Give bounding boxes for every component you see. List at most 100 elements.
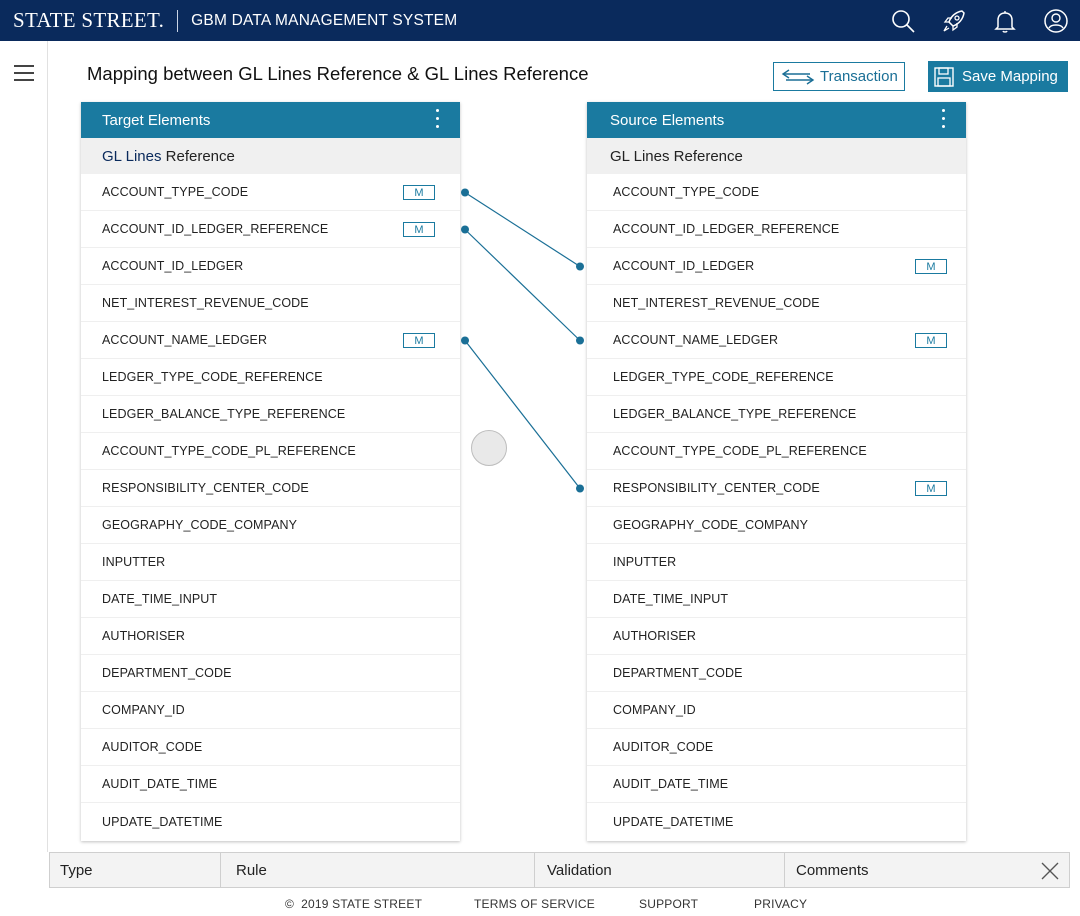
mapped-badge[interactable]: M	[403, 333, 435, 348]
source-row[interactable]: ACCOUNT_TYPE_CODE_PL_REFERENCE	[587, 433, 966, 470]
source-row[interactable]: LEDGER_TYPE_CODE_REFERENCE	[587, 359, 966, 396]
row-label: ACCOUNT_NAME_LEDGER	[102, 333, 268, 347]
row-label: ACCOUNT_TYPE_CODE_PL_REFERENCE	[102, 444, 356, 458]
mapping-line[interactable]	[464, 340, 581, 489]
target-row[interactable]: NET_INTEREST_REVENUE_CODE	[81, 285, 460, 322]
save-mapping-button[interactable]: Save Mapping	[928, 61, 1068, 92]
footer: © 2019 STATE STREET TERMS OF SERVICE SUP…	[0, 892, 1080, 916]
drag-handle[interactable]	[471, 430, 507, 466]
mapping-start-dot[interactable]	[461, 225, 469, 234]
row-label: COMPANY_ID	[613, 703, 696, 717]
target-row-list: ACCOUNT_TYPE_CODE M ACCOUNT_ID_LEDGER_REF…	[81, 174, 460, 840]
row-label: NET_INTEREST_REVENUE_CODE	[613, 296, 820, 310]
row-label: LEDGER_BALANCE_TYPE_REFERENCE	[102, 407, 346, 421]
mapping-end-dot[interactable]	[576, 484, 584, 493]
row-label: LEDGER_TYPE_CODE_REFERENCE	[102, 370, 323, 384]
row-label: RESPONSIBILITY_CENTER_CODE	[613, 481, 820, 495]
source-panel-header: Source Elements	[587, 102, 966, 138]
source-row[interactable]: NET_INTEREST_REVENUE_CODE	[587, 285, 966, 322]
row-label: ACCOUNT_TYPE_CODE	[613, 185, 760, 199]
page-title: Mapping between GL Lines Reference & GL …	[87, 63, 589, 84]
source-row[interactable]: ACCOUNT_ID_LEDGER_REFERENCE	[587, 211, 966, 248]
source-row-list: ACCOUNT_TYPE_CODE ACCOUNT_ID_LEDGER_REFE…	[587, 174, 966, 840]
tab-comments[interactable]: Comments	[785, 853, 1070, 887]
source-row[interactable]: AUTHORISER	[587, 618, 966, 655]
source-row[interactable]: UPDATE_DATETIME	[587, 803, 966, 840]
row-label: RESPONSIBILITY_CENTER_CODE	[102, 481, 309, 495]
row-label: LEDGER_TYPE_CODE_REFERENCE	[613, 370, 834, 384]
target-row[interactable]: UPDATE_DATETIME	[81, 803, 460, 840]
hamburger-menu-icon[interactable]	[14, 65, 34, 81]
target-row[interactable]: ACCOUNT_ID_LEDGER_REFERENCE M	[81, 211, 460, 248]
brand-logo[interactable]: STATE STREET.	[13, 8, 164, 33]
source-panel-kebab-icon[interactable]	[940, 109, 946, 131]
swap-arrows-icon	[781, 68, 815, 85]
source-row[interactable]: RESPONSIBILITY_CENTER_CODE M	[587, 470, 966, 507]
target-row[interactable]: LEDGER_TYPE_CODE_REFERENCE	[81, 359, 460, 396]
target-row[interactable]: ACCOUNT_ID_LEDGER	[81, 248, 460, 285]
source-row[interactable]: DATE_TIME_INPUT	[587, 581, 966, 618]
target-row[interactable]: INPUTTER	[81, 544, 460, 581]
target-row[interactable]: AUDITOR_CODE	[81, 729, 460, 766]
source-row[interactable]: COMPANY_ID	[587, 692, 966, 729]
tab-validation-label: Validation	[547, 861, 612, 879]
bell-icon[interactable]	[991, 7, 1019, 35]
source-row[interactable]: LEDGER_BALANCE_TYPE_REFERENCE	[587, 396, 966, 433]
row-label: COMPANY_ID	[102, 703, 185, 717]
rocket-icon[interactable]	[940, 7, 968, 35]
target-row[interactable]: AUTHORISER	[81, 618, 460, 655]
row-label: DEPARTMENT_CODE	[613, 666, 743, 680]
row-label: NET_INTEREST_REVENUE_CODE	[102, 296, 309, 310]
source-row[interactable]: INPUTTER	[587, 544, 966, 581]
tab-rule[interactable]: Rule	[221, 853, 535, 887]
row-label: AUDITOR_CODE	[102, 740, 203, 754]
row-label: AUDIT_DATE_TIME	[613, 777, 729, 791]
target-row[interactable]: LEDGER_BALANCE_TYPE_REFERENCE	[81, 396, 460, 433]
source-row[interactable]: ACCOUNT_TYPE_CODE	[587, 174, 966, 211]
source-panel-subheader: GL Lines Reference	[587, 138, 966, 174]
tab-type[interactable]: Type	[49, 853, 221, 887]
transaction-label: Transaction	[820, 68, 898, 85]
transaction-button[interactable]: Transaction	[773, 62, 905, 91]
tab-validation[interactable]: Validation	[535, 853, 785, 887]
mapping-end-dot[interactable]	[576, 262, 584, 271]
mapping-end-dot[interactable]	[576, 336, 584, 345]
source-panel-title: Source Elements	[610, 111, 725, 129]
user-icon[interactable]	[1042, 7, 1070, 35]
footer-privacy-link[interactable]: PRIVACY	[754, 897, 807, 911]
source-row[interactable]: DEPARTMENT_CODE	[587, 655, 966, 692]
target-row[interactable]: GEOGRAPHY_CODE_COMPANY	[81, 507, 460, 544]
target-row[interactable]: DATE_TIME_INPUT	[81, 581, 460, 618]
mapped-badge[interactable]: M	[915, 259, 947, 274]
footer-terms-link[interactable]: TERMS OF SERVICE	[474, 897, 595, 911]
target-row[interactable]: ACCOUNT_TYPE_CODE M	[81, 174, 460, 211]
mapped-badge[interactable]: M	[915, 333, 947, 348]
mapping-start-dot[interactable]	[461, 336, 469, 345]
mapped-badge[interactable]: M	[915, 481, 947, 496]
row-label: AUDITOR_CODE	[613, 740, 714, 754]
source-row[interactable]: ACCOUNT_ID_LEDGER M	[587, 248, 966, 285]
source-row[interactable]: GEOGRAPHY_CODE_COMPANY	[587, 507, 966, 544]
source-row[interactable]: AUDITOR_CODE	[587, 729, 966, 766]
source-row[interactable]: AUDIT_DATE_TIME	[587, 766, 966, 803]
mapping-line[interactable]	[464, 229, 581, 341]
save-mapping-label: Save Mapping	[962, 68, 1058, 85]
target-panel-kebab-icon[interactable]	[434, 109, 440, 131]
row-label: AUTHORISER	[613, 629, 696, 643]
mapped-badge[interactable]: M	[403, 185, 435, 200]
tab-rule-label: Rule	[236, 861, 267, 879]
mapping-line[interactable]	[464, 191, 581, 268]
source-row[interactable]: ACCOUNT_NAME_LEDGER M	[587, 322, 966, 359]
footer-support-link[interactable]: SUPPORT	[639, 897, 698, 911]
mapped-badge[interactable]: M	[403, 222, 435, 237]
target-row[interactable]: RESPONSIBILITY_CENTER_CODE	[81, 470, 460, 507]
target-row[interactable]: ACCOUNT_TYPE_CODE_PL_REFERENCE	[81, 433, 460, 470]
target-row[interactable]: ACCOUNT_NAME_LEDGER M	[81, 322, 460, 359]
mapping-start-dot[interactable]	[461, 188, 469, 197]
target-row[interactable]: COMPANY_ID	[81, 692, 460, 729]
target-panel-header: Target Elements	[81, 102, 460, 138]
target-row[interactable]: AUDIT_DATE_TIME	[81, 766, 460, 803]
target-row[interactable]: DEPARTMENT_CODE	[81, 655, 460, 692]
close-icon[interactable]	[1040, 861, 1060, 881]
search-icon[interactable]	[889, 7, 917, 35]
